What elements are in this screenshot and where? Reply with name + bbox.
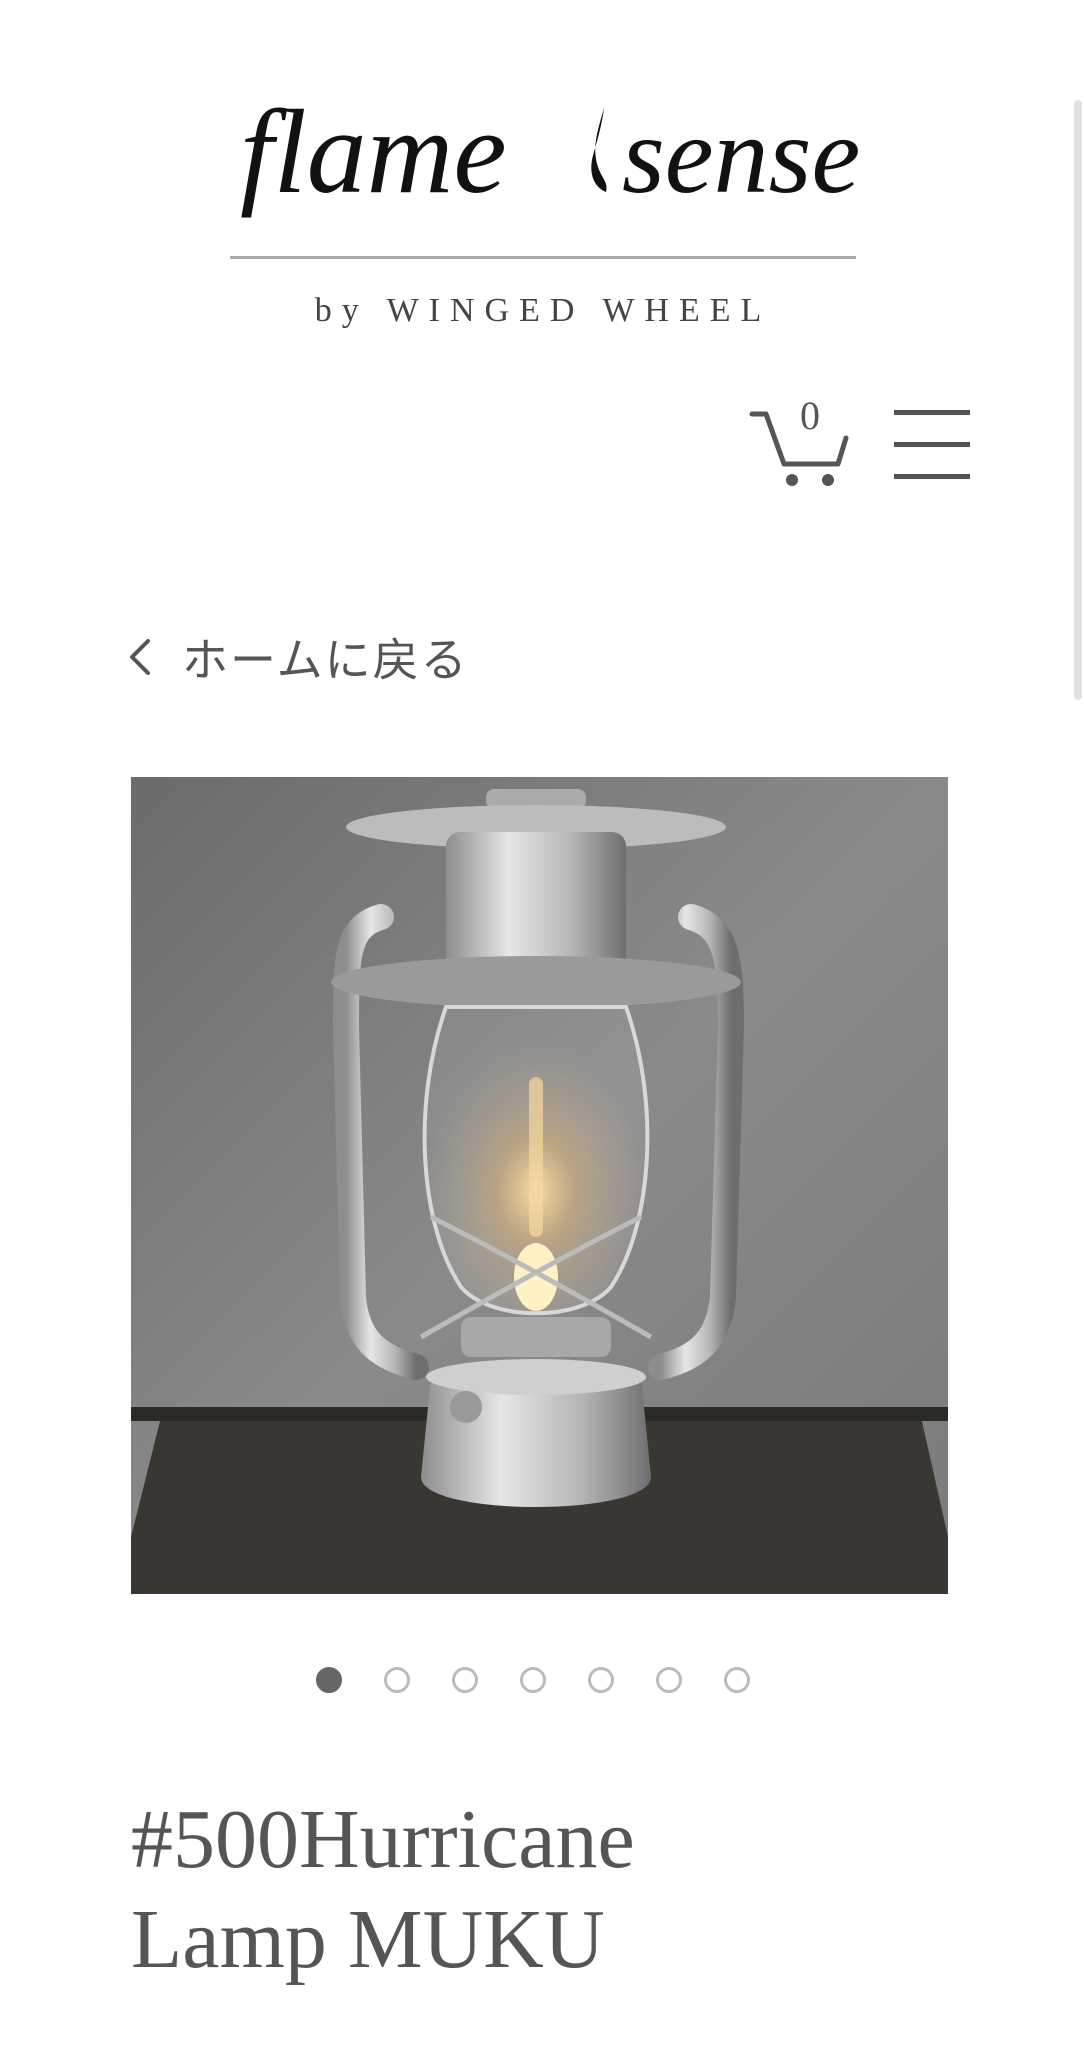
product-image[interactable] bbox=[131, 777, 948, 1594]
logo-divider bbox=[230, 256, 856, 259]
chevron-left-icon bbox=[130, 639, 150, 675]
site-logo[interactable]: flame sense by WINGED WHEEL bbox=[228, 60, 858, 360]
product-title-line-2: Lamp MUKU bbox=[131, 1893, 605, 1986]
gallery-dot-6[interactable] bbox=[656, 1667, 682, 1693]
site-header: flame sense by WINGED WHEEL 0 bbox=[0, 0, 1084, 520]
gallery-dot-3[interactable] bbox=[452, 1667, 478, 1693]
hamburger-menu-icon bbox=[894, 410, 970, 415]
cart-count-badge: 0 bbox=[800, 393, 820, 438]
gallery-dot-5[interactable] bbox=[588, 1667, 614, 1693]
logo-text-sense: sense bbox=[622, 94, 858, 216]
hamburger-menu-icon-bar bbox=[894, 442, 970, 447]
back-to-home-link[interactable]: ホームに戻る bbox=[126, 622, 469, 692]
logo-wordmark: flame sense bbox=[228, 80, 858, 230]
gallery-dot-7[interactable] bbox=[724, 1667, 750, 1693]
gallery-dot-4[interactable] bbox=[520, 1667, 546, 1693]
gallery-pagination bbox=[316, 1667, 792, 1697]
logo-text-flame: flame bbox=[240, 85, 507, 218]
cart-button[interactable]: 0 bbox=[748, 393, 852, 490]
lantern-photo bbox=[131, 777, 948, 1594]
product-title-line-1: #500Hurricane bbox=[131, 1793, 635, 1886]
menu-button[interactable] bbox=[894, 410, 972, 482]
flame-mark-icon bbox=[591, 108, 607, 192]
logo-tagline: by WINGED WHEEL bbox=[314, 292, 772, 329]
gallery-dot-1[interactable] bbox=[316, 1667, 342, 1693]
back-link-label: ホームに戻る bbox=[182, 633, 469, 687]
hamburger-menu-icon-bar bbox=[894, 474, 970, 479]
product-title: #500Hurricane Lamp MUKU bbox=[131, 1790, 951, 1990]
gallery-dot-2[interactable] bbox=[384, 1667, 410, 1693]
